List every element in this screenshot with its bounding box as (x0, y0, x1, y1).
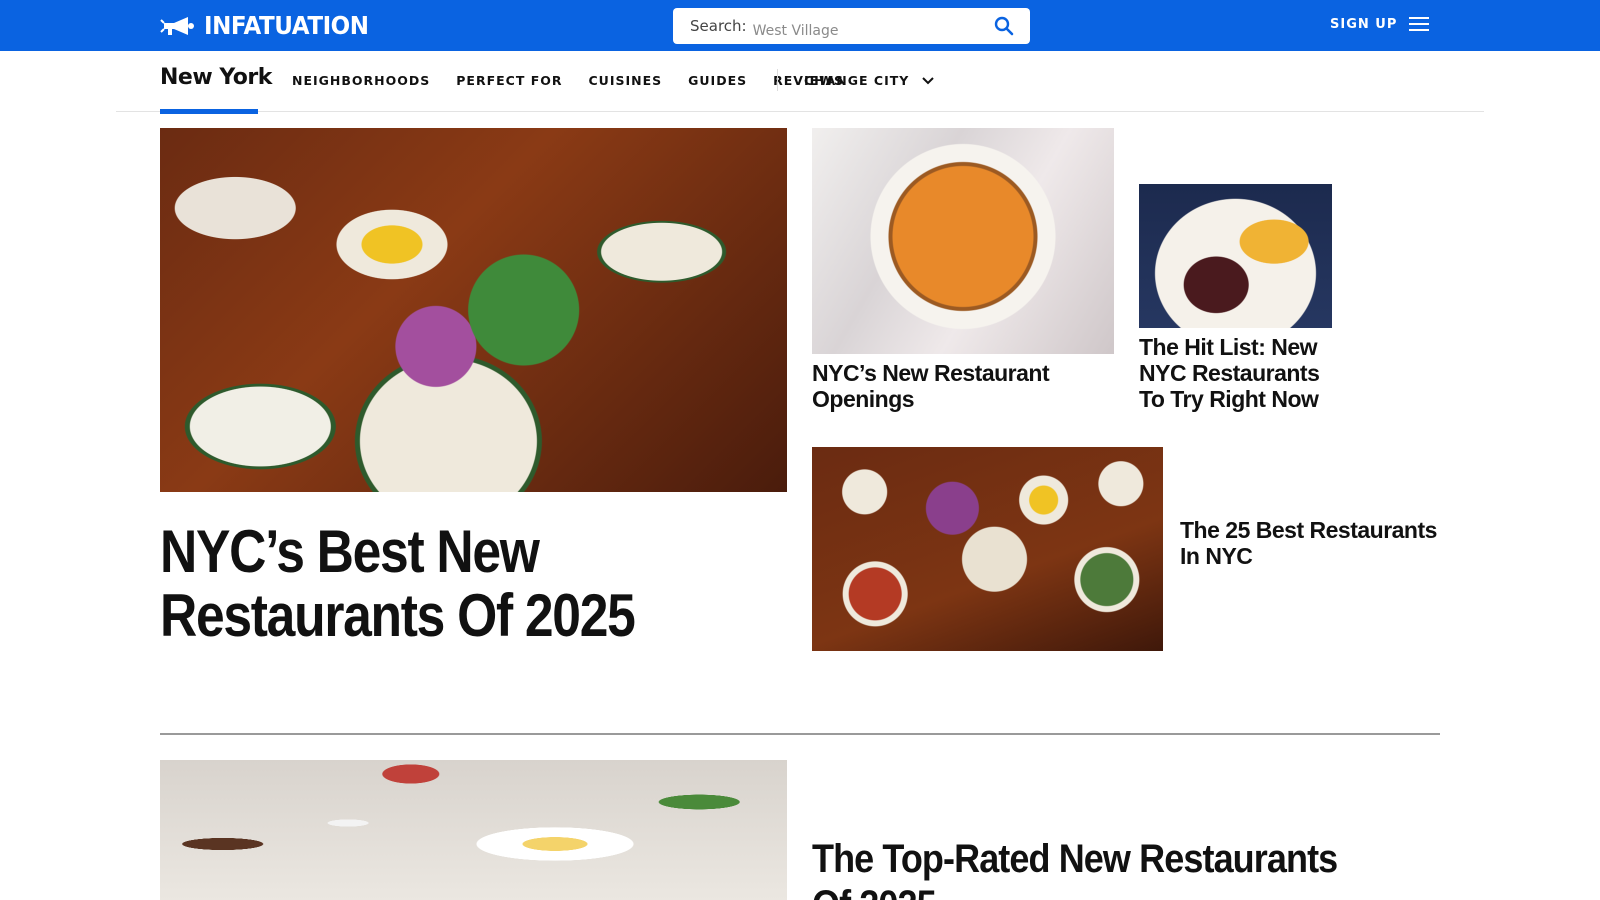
best-25-headline[interactable]: The 25 Best Restaurants In NYC (1180, 517, 1450, 569)
chevron-down-icon (922, 76, 935, 84)
search-bar[interactable]: Search: (673, 8, 1030, 44)
best-25-feature-image[interactable] (812, 447, 1163, 651)
search-input[interactable] (752, 23, 983, 39)
nav-guides[interactable]: GUIDES (688, 73, 747, 88)
top-navigation-bar: INFATUATION Search: SIGN UP (0, 0, 1600, 51)
nav-links: NEIGHBORHOODS PERFECT FOR CUISINES GUIDE… (292, 73, 870, 88)
logo-text: INFATUATION (204, 11, 369, 40)
nav-divider (777, 69, 778, 91)
openings-headline[interactable]: NYC’s New Restaurant Openings (812, 360, 1112, 412)
nav-perfect-for[interactable]: PERFECT FOR (456, 73, 562, 88)
infatuation-logo[interactable]: INFATUATION (160, 10, 383, 41)
active-tab-indicator (160, 109, 258, 114)
hamburger-menu-icon[interactable] (1409, 17, 1429, 33)
city-subnav: New York NEIGHBORHOODS PERFECT FOR CUISI… (116, 51, 1484, 114)
top-rated-feature-image[interactable] (160, 760, 787, 900)
sign-up-button[interactable]: SIGN UP (1330, 17, 1397, 32)
nav-cuisines[interactable]: CUISINES (589, 73, 663, 88)
change-city-dropdown[interactable]: CHANGE CITY (804, 73, 935, 88)
hit-list-feature-image[interactable] (1139, 184, 1332, 328)
city-title[interactable]: New York (160, 65, 272, 90)
search-label: Search: (690, 17, 747, 35)
section-divider (160, 733, 1440, 735)
openings-feature-image[interactable] (812, 128, 1114, 354)
nav-neighborhoods[interactable]: NEIGHBORHOODS (292, 73, 430, 88)
hero-feature-image[interactable] (160, 128, 787, 492)
hit-list-headline[interactable]: The Hit List: New NYC Restaurants To Try… (1139, 334, 1339, 412)
hero-headline[interactable]: NYC’s Best New Restaurants Of 2025 (160, 520, 779, 648)
search-icon[interactable] (994, 16, 1014, 36)
top-rated-headline[interactable]: The Top-Rated New Restaurants Of 2025 (812, 836, 1370, 900)
megaphone-icon (160, 16, 194, 35)
change-city-label: CHANGE CITY (804, 73, 910, 88)
